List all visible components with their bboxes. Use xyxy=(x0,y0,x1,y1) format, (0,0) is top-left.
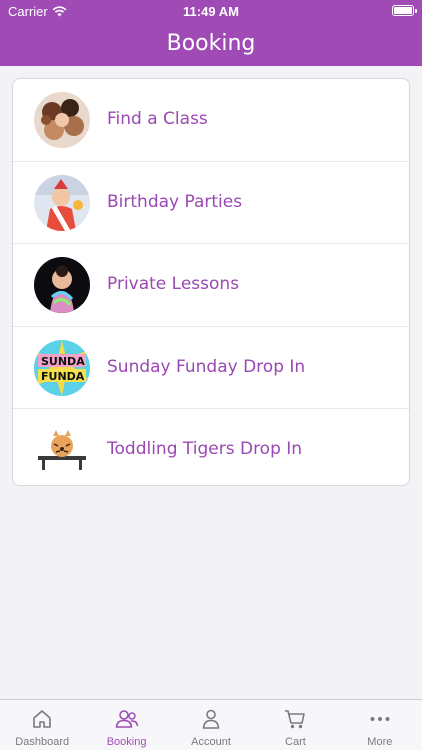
more-icon xyxy=(370,717,390,721)
battery-icon xyxy=(392,5,417,16)
list-item-label: Find a Class xyxy=(107,109,208,129)
birthday-child-photo xyxy=(34,174,90,231)
list-item-label: Private Lessons xyxy=(107,274,240,294)
sunday-funday-logo: SUNDA FUNDA xyxy=(34,339,90,396)
kids-group-photo xyxy=(34,92,90,148)
person-icon xyxy=(202,709,220,729)
list-item-birthday-parties[interactable]: Birthday Parties xyxy=(13,162,409,244)
tab-label: Booking xyxy=(106,736,147,748)
tab-bar: Dashboard Booking Account Cart More xyxy=(0,699,422,750)
list-item-toddling-tigers[interactable]: Toddling Tigers Drop In xyxy=(13,409,409,485)
list-item-private-lessons[interactable]: Private Lessons xyxy=(13,244,409,327)
tab-label: Dashboard xyxy=(15,736,70,748)
people-icon xyxy=(115,710,138,728)
list-item-label: Sunday Funday Drop In xyxy=(107,356,306,377)
nav-bar: Booking xyxy=(0,22,422,66)
cart-icon xyxy=(285,710,306,729)
tab-label: Account xyxy=(191,736,231,748)
tab-more[interactable]: More xyxy=(338,700,422,750)
tab-booking[interactable]: Booking xyxy=(84,700,168,750)
svg-text:SUNDA: SUNDA xyxy=(41,355,85,368)
tab-dashboard[interactable]: Dashboard xyxy=(0,700,84,750)
dancer-photo xyxy=(34,257,90,313)
home-icon xyxy=(33,710,52,728)
page-title: Booking xyxy=(166,31,256,56)
list-item-label: Birthday Parties xyxy=(107,191,243,212)
list-item-label: Toddling Tigers Drop In xyxy=(107,439,303,459)
booking-list: Find a Class Birthday Parties Private Le… xyxy=(12,78,410,486)
tab-cart[interactable]: Cart xyxy=(253,700,337,750)
status-time: 11:49 AM xyxy=(183,4,239,19)
svg-text:FUNDA: FUNDA xyxy=(41,370,85,383)
toddling-tigers-logo xyxy=(34,422,90,478)
list-item-find-a-class[interactable]: Find a Class xyxy=(13,79,409,162)
status-bar: Carrier 11:49 AM xyxy=(0,0,422,22)
tab-label: Cart xyxy=(285,736,306,748)
tab-label: More xyxy=(367,736,393,748)
list-item-sunday-funday[interactable]: SUNDA FUNDA Sunday Funday Drop In xyxy=(13,327,409,409)
tab-account[interactable]: Account xyxy=(169,700,253,750)
